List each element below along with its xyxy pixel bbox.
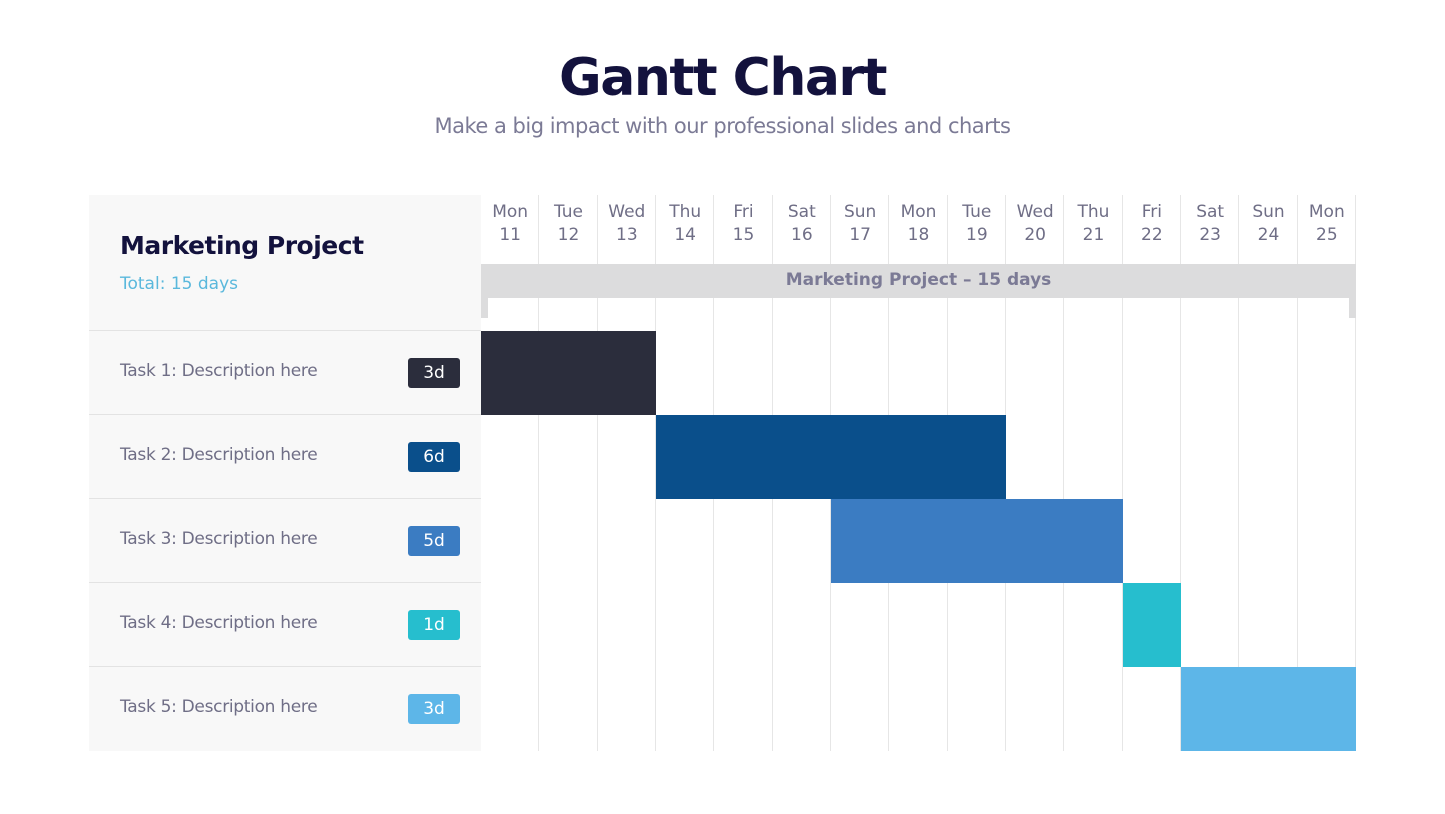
day-of-week: Thu — [1077, 202, 1110, 222]
day-date: 18 — [907, 225, 930, 245]
project-header: Marketing Project Total: 15 days — [89, 195, 481, 331]
day-date: 12 — [557, 225, 580, 245]
day-header: Fri 22 — [1123, 201, 1181, 247]
task-label: Task 4: Description here — [120, 613, 318, 633]
day-date: 17 — [849, 225, 871, 245]
day-date: 14 — [674, 225, 696, 245]
task-bar-2 — [656, 415, 1006, 499]
day-date: 16 — [791, 225, 813, 245]
day-header: Sat 23 — [1181, 201, 1239, 247]
task-row: Task 1: Description here 3d — [89, 331, 481, 415]
day-date: 22 — [1141, 225, 1163, 245]
task-label: Task 1: Description here — [120, 361, 318, 381]
task-label: Task 2: Description here — [120, 445, 318, 465]
day-date: 21 — [1082, 225, 1105, 245]
day-header: Sun 24 — [1239, 201, 1297, 247]
day-of-week: Thu — [669, 202, 702, 222]
duration-badge: 5d — [408, 526, 460, 556]
day-date: 24 — [1257, 225, 1280, 245]
summary-bracket-left — [481, 298, 488, 318]
day-date: 20 — [1024, 225, 1046, 245]
project-total: Total: 15 days — [120, 274, 238, 294]
task-label: Task 3: Description here — [120, 529, 318, 549]
duration-badge: 3d — [408, 694, 460, 724]
task-bar-5 — [1181, 667, 1356, 751]
day-header: Sun 17 — [831, 201, 889, 247]
day-date: 25 — [1316, 225, 1338, 245]
day-of-week: Wed — [1016, 202, 1054, 222]
day-header: Tue 19 — [948, 201, 1006, 247]
day-of-week: Wed — [608, 202, 646, 222]
day-of-week: Mon — [1308, 202, 1345, 222]
duration-badge: 1d — [408, 610, 460, 640]
duration-badge: 6d — [408, 442, 460, 472]
task-row: Task 3: Description here 5d — [89, 499, 481, 583]
day-date: 13 — [616, 225, 638, 245]
task-list-panel: Marketing Project Total: 15 days Task 1:… — [89, 195, 481, 751]
project-name: Marketing Project — [120, 231, 364, 260]
task-row: Task 4: Description here 1d — [89, 583, 481, 667]
day-header: Tue 12 — [539, 201, 597, 247]
day-header: Thu 14 — [656, 201, 714, 247]
summary-bracket-right — [1349, 298, 1356, 318]
day-of-week: Sun — [1252, 202, 1285, 222]
page-title: Gantt Chart — [559, 48, 887, 108]
task-bar-4 — [1122, 583, 1181, 667]
day-header: Thu 21 — [1064, 201, 1122, 247]
day-of-week: Tue — [553, 202, 584, 222]
day-date: 15 — [732, 225, 755, 245]
day-date: 23 — [1199, 225, 1221, 245]
day-header: Wed 13 — [598, 201, 656, 247]
duration-badge: 3d — [408, 358, 460, 388]
day-of-week: Sat — [787, 202, 816, 222]
task-bar-3 — [831, 499, 1123, 583]
task-label: Task 5: Description here — [120, 697, 318, 717]
day-of-week: Mon — [492, 202, 529, 222]
day-header: Sat 16 — [773, 201, 831, 247]
summary-bar: Marketing Project – 15 days — [481, 264, 1356, 298]
task-row: Task 5: Description here 3d — [89, 667, 481, 751]
day-header: Fri 15 — [714, 201, 772, 247]
day-of-week: Fri — [1141, 202, 1162, 222]
day-of-week: Fri — [733, 202, 754, 222]
day-header: Mon 25 — [1298, 201, 1356, 247]
task-row: Task 2: Description here 6d — [89, 415, 481, 499]
day-date: 19 — [966, 225, 988, 245]
day-of-week: Sat — [1196, 202, 1225, 222]
day-of-week: Tue — [962, 202, 992, 222]
day-header: Mon 11 — [481, 201, 539, 247]
task-bar-1 — [481, 331, 656, 415]
day-header: Mon 18 — [889, 201, 947, 247]
page-subtitle: Make a big impact with our professional … — [434, 114, 1011, 138]
day-of-week: Sun — [843, 202, 877, 222]
day-of-week: Mon — [900, 202, 937, 222]
gantt-chart: Mon 11 Tue 12 Wed 13 Thu 14 Fri 15 Sat 16 Sun 17 Mon 18… — [481, 195, 1356, 751]
day-date: 11 — [499, 225, 521, 245]
day-header: Wed 20 — [1006, 201, 1064, 247]
